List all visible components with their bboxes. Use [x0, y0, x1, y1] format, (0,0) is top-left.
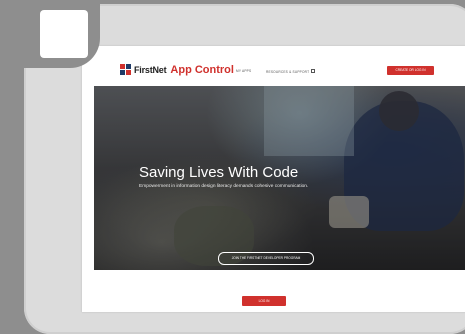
- nav-link-my-apps[interactable]: MY APPS: [236, 69, 251, 73]
- nav-link-resources[interactable]: RESOURCES & SUPPORT: [266, 69, 316, 74]
- corner-badge: [24, 4, 100, 68]
- hero-subtitle: Empowerment in information design litera…: [139, 184, 309, 189]
- brand-name: FirstNet: [134, 65, 167, 75]
- nav-link-resources-label: RESOURCES & SUPPORT: [266, 70, 310, 74]
- website-screen: FirstNet App Control MY APPS RESOURCES &…: [82, 46, 465, 312]
- create-or-login-button[interactable]: CREATE OR LOG IN: [387, 66, 434, 75]
- app-name: App Control: [170, 64, 234, 76]
- firstnet-logo-icon: [120, 64, 132, 76]
- hero-title: Saving Lives With Code: [139, 164, 299, 181]
- corner-tile: [40, 10, 88, 58]
- top-navbar: FirstNet App Control MY APPS RESOURCES &…: [82, 46, 465, 86]
- tablet-frame: FirstNet App Control MY APPS RESOURCES &…: [24, 4, 465, 334]
- hero-banner: Saving Lives With Code Empowerment in in…: [94, 86, 465, 270]
- join-developer-program-button[interactable]: JOIN THE FIRSTNET DEVELOPER PROGRAM: [218, 252, 314, 265]
- firstnet-logo[interactable]: FirstNet App Control: [120, 64, 234, 76]
- external-link-icon: [311, 69, 316, 73]
- login-button[interactable]: LOG IN: [242, 296, 286, 306]
